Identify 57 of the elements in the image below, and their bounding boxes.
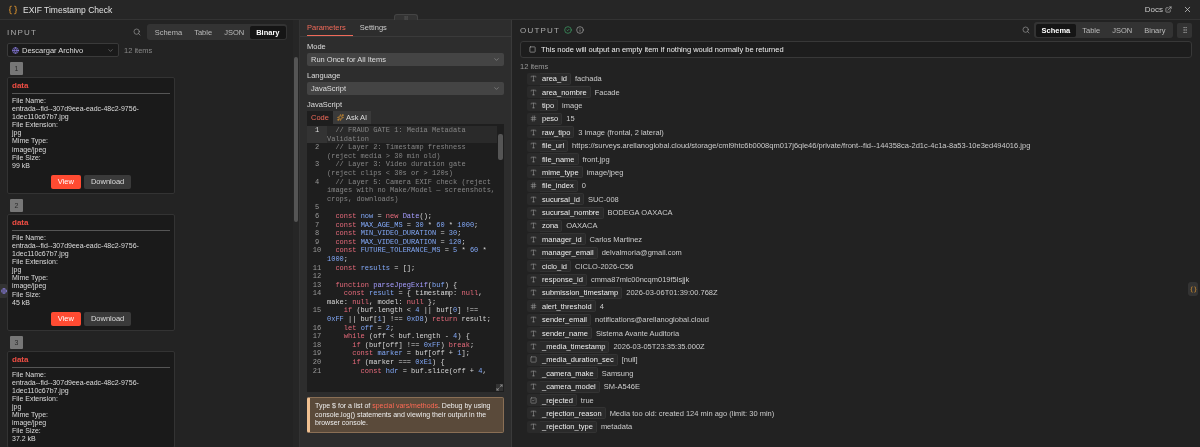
text-type-icon — [530, 329, 537, 337]
hash-type-icon — [530, 302, 537, 310]
success-icon — [564, 26, 573, 34]
text-type-icon — [530, 209, 537, 217]
text-type-icon — [530, 423, 537, 431]
text-type-icon — [530, 88, 537, 96]
previous-node-button[interactable] — [0, 284, 8, 298]
docs-link[interactable]: Docs — [1144, 5, 1172, 14]
text-type-icon — [530, 276, 537, 284]
braces-icon — [8, 4, 18, 15]
text-type-icon — [530, 235, 537, 243]
text-type-icon — [530, 289, 537, 297]
text-type-icon — [530, 168, 537, 176]
text-type-icon — [530, 316, 537, 324]
text-type-icon — [530, 222, 537, 230]
text-type-icon — [530, 383, 537, 391]
pin-button[interactable] — [1177, 22, 1192, 38]
checkbox-icon[interactable] — [529, 46, 536, 53]
grip-icon — [403, 15, 408, 20]
text-type-icon — [530, 262, 537, 270]
checkbox-type-icon — [530, 396, 537, 404]
code-editor[interactable] — [307, 124, 504, 392]
card-title: data — [12, 217, 170, 231]
hash-type-icon — [530, 182, 537, 190]
text-type-icon — [530, 155, 537, 163]
text-type-icon — [530, 128, 537, 136]
text-type-icon — [530, 369, 537, 377]
sparkle-icon — [336, 114, 344, 121]
chevron-down-icon — [493, 56, 500, 63]
external-link-icon — [1165, 6, 1172, 13]
expand-icon[interactable] — [496, 384, 503, 391]
search-icon[interactable] — [1022, 26, 1030, 34]
chevron-down-icon — [493, 85, 500, 92]
next-node-button[interactable] — [1188, 282, 1198, 296]
text-type-icon — [530, 409, 537, 417]
search-icon[interactable] — [133, 28, 142, 36]
text-type-icon — [530, 343, 537, 350]
braces-icon — [1189, 285, 1197, 293]
text-type-icon — [530, 101, 537, 109]
chevron-down-icon — [107, 46, 114, 54]
panel-label: OUTPUT — [520, 25, 561, 35]
card-title: data — [12, 354, 170, 368]
grip-icon — [1180, 26, 1189, 34]
text-type-icon — [530, 249, 537, 257]
card-title: data — [12, 81, 170, 94]
square-type-icon — [530, 356, 537, 364]
panel-label: INPUT — [7, 27, 37, 37]
globe-icon — [12, 46, 19, 54]
hash-type-icon — [530, 115, 537, 123]
globe-icon — [1, 288, 7, 294]
info-icon[interactable] — [576, 26, 585, 34]
close-icon[interactable] — [1183, 5, 1192, 14]
text-type-icon — [530, 142, 537, 150]
text-type-icon — [530, 75, 537, 83]
drag-handle[interactable] — [393, 14, 418, 20]
text-type-icon — [530, 195, 537, 203]
window-title: EXIF Timestamp Check — [23, 4, 113, 15]
